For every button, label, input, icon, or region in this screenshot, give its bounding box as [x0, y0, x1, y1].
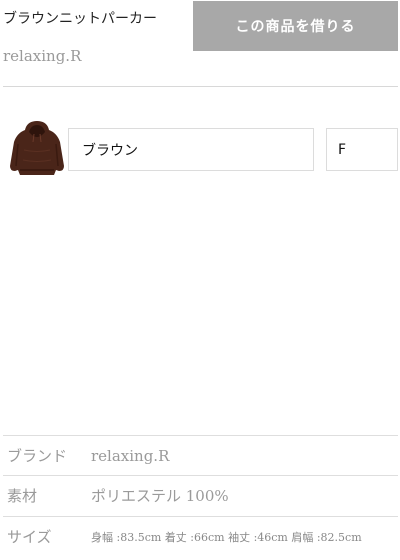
spec-row-size: サイズ 身幅 :83.5cm 着丈 :66cm 袖丈 :46cm 肩幅 :82.… — [3, 516, 398, 556]
spec-label: ブランド — [7, 447, 68, 465]
spec-label: サイズ — [7, 528, 52, 546]
size-selector[interactable]: F — [326, 128, 398, 171]
spec-value: relaxing.R — [91, 446, 170, 465]
spec-value: 身幅 :83.5cm 着丈 :66cm 袖丈 :46cm 肩幅 :82.5cm — [91, 530, 362, 544]
hoodie-icon[interactable] — [9, 120, 65, 178]
spec-row-brand: ブランド relaxing.R — [3, 435, 398, 475]
rent-button[interactable]: この商品を借りる — [193, 1, 398, 51]
spec-value: ポリエステル 100% — [91, 487, 229, 505]
color-selector[interactable]: ブラウン — [68, 128, 314, 171]
divider — [3, 86, 398, 87]
spec-label: 素材 — [7, 487, 38, 505]
product-title: ブラウンニットパーカー — [3, 11, 157, 27]
brand-name: relaxing.R — [3, 47, 82, 65]
spec-row-material: 素材 ポリエステル 100% — [3, 475, 398, 515]
